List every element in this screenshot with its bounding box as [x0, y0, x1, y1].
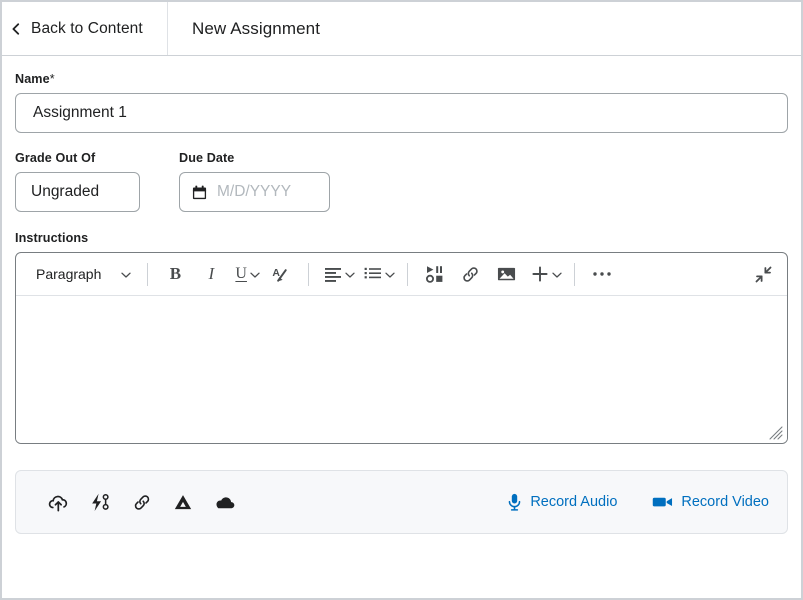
a-pencil-icon: A: [271, 265, 290, 284]
expand-icon: [754, 265, 773, 284]
insert-stuff-icon: [425, 265, 444, 283]
chevron-down-icon: [250, 270, 260, 279]
toolbar-divider: [573, 262, 575, 286]
paragraph-style-select[interactable]: Paragraph: [26, 258, 138, 290]
bullet-list-icon: [364, 266, 382, 282]
plus-icon: [531, 265, 549, 283]
underline-icon: U: [235, 265, 247, 282]
toolbar-divider: [147, 262, 149, 286]
upload-file-icon[interactable]: [48, 493, 69, 512]
image-icon: [497, 266, 516, 282]
instructions-group: Instructions Paragraph B I U A: [15, 231, 788, 444]
name-input-value: Assignment 1: [33, 104, 127, 121]
toolbar-divider: [307, 262, 309, 286]
due-date-input[interactable]: M/D/YYYY: [179, 172, 330, 212]
grade-due-row: Grade Out Of Ungraded Due Date M/D/YYYY: [15, 151, 788, 212]
microphone-icon: [507, 493, 522, 511]
grade-out-of-input[interactable]: Ungraded: [15, 172, 140, 212]
chevron-down-icon: [385, 270, 395, 279]
grade-out-of-value: Ungraded: [31, 183, 100, 200]
attach-link-icon[interactable]: [132, 493, 152, 512]
underline-button[interactable]: U: [229, 258, 263, 290]
page-header: Back to Content New Assignment: [2, 2, 801, 56]
chevron-down-icon: [345, 270, 355, 279]
ellipsis-icon: [592, 271, 612, 277]
video-camera-icon: [652, 495, 673, 509]
record-audio-label: Record Audio: [530, 494, 618, 510]
due-date-placeholder: M/D/YYYY: [217, 183, 292, 200]
toolbar-divider: [406, 262, 408, 286]
record-video-button[interactable]: Record Video: [652, 494, 769, 510]
italic-button[interactable]: I: [193, 258, 229, 290]
onedrive-icon[interactable]: [214, 494, 235, 510]
required-marker: *: [49, 72, 55, 86]
name-input[interactable]: Assignment 1: [15, 93, 788, 133]
insert-link-button[interactable]: [453, 258, 489, 290]
link-icon: [461, 265, 480, 284]
instructions-editor-area[interactable]: [16, 296, 787, 443]
fullscreen-button[interactable]: [745, 258, 781, 290]
calendar-icon: [192, 185, 207, 200]
editor-toolbar: Paragraph B I U A: [16, 253, 787, 296]
new-assignment-page: Back to Content New Assignment Name* Ass…: [0, 0, 803, 600]
record-actions: Record Audio Record Video: [507, 493, 769, 511]
page-title: New Assignment: [192, 18, 321, 38]
name-label: Name*: [15, 72, 788, 86]
grade-out-of-group: Grade Out Of Ungraded: [15, 151, 140, 212]
bold-button[interactable]: B: [157, 258, 193, 290]
insert-more-button[interactable]: [525, 258, 565, 290]
insert-stuff-button[interactable]: [417, 258, 453, 290]
name-field-group: Name* Assignment 1: [15, 72, 788, 133]
attachment-bar: Record Audio Record Video: [15, 470, 788, 534]
instructions-label: Instructions: [15, 231, 89, 245]
align-left-icon: [324, 266, 342, 282]
chevron-down-icon: [121, 270, 132, 279]
record-video-label: Record Video: [681, 494, 769, 510]
google-drive-icon[interactable]: [173, 493, 193, 512]
due-date-group: Due Date M/D/YYYY: [179, 151, 330, 212]
assignment-form: Name* Assignment 1 Grade Out Of Ungraded…: [2, 56, 801, 444]
format-painter-button[interactable]: A: [263, 258, 299, 290]
more-options-button[interactable]: [584, 258, 620, 290]
back-to-content-label: Back to Content: [31, 19, 143, 37]
attachment-icon-group: [48, 493, 235, 512]
grade-out-of-label: Grade Out Of: [15, 151, 96, 165]
insert-image-button[interactable]: [489, 258, 525, 290]
list-button[interactable]: [358, 258, 398, 290]
back-to-content-link[interactable]: Back to Content: [2, 2, 168, 55]
name-label-text: Name: [15, 72, 50, 86]
chevron-left-icon: [10, 22, 22, 35]
resize-handle[interactable]: [769, 426, 783, 440]
quicklink-icon[interactable]: [90, 493, 111, 512]
align-button[interactable]: [318, 258, 358, 290]
html-editor: Paragraph B I U A: [15, 252, 788, 444]
record-audio-button[interactable]: Record Audio: [507, 493, 617, 511]
due-date-label: Due Date: [179, 151, 235, 165]
paragraph-style-label: Paragraph: [36, 266, 102, 282]
chevron-down-icon: [552, 270, 562, 279]
